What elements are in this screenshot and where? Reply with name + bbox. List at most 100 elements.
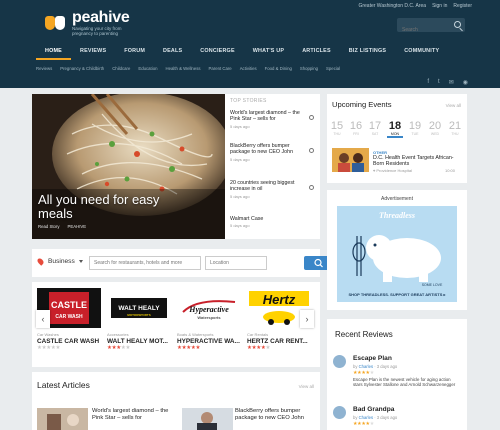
story-item[interactable]: World's largest diamond – the Pink Star … <box>230 110 308 130</box>
subnav-item[interactable]: Education <box>138 66 165 71</box>
subnav-item[interactable]: Parent Care <box>209 66 240 71</box>
business-name[interactable]: CASTLE CAR WASH <box>37 338 101 345</box>
latest-articles: Latest Articles View all World's largest… <box>32 372 320 430</box>
rating-stars: ★★★★★ <box>353 370 374 376</box>
site-search-input[interactable] <box>397 23 447 37</box>
hero-title[interactable]: All you need for easy meals <box>38 193 188 221</box>
top-links: Greater Washington D.C. Area Sign in Reg… <box>358 3 472 9</box>
business-name[interactable]: HERTZ CAR RENT... <box>247 338 311 345</box>
subnav-item[interactable]: Pregnancy & Childbirth <box>60 66 112 71</box>
rating-stars: ★★★★★ <box>353 421 374 427</box>
story-bullet-icon <box>309 115 314 120</box>
subnav-item[interactable]: Health & Wellness <box>165 66 208 71</box>
map-pin-icon <box>36 257 45 266</box>
business-category: Car Rentals <box>247 332 269 337</box>
location-input[interactable] <box>205 256 267 270</box>
register-link[interactable]: Register <box>453 3 472 9</box>
nav-home[interactable]: HOME <box>36 44 71 60</box>
calendar-day[interactable]: 15 THU <box>329 120 345 136</box>
article-thumbnail[interactable] <box>37 408 88 430</box>
chevron-down-icon[interactable] <box>79 260 83 263</box>
rss-icon[interactable]: ◉ <box>463 79 468 86</box>
brand-logo[interactable]: peahive Navigating your city from pregna… <box>44 10 140 36</box>
rating-stars: ★★★★★ <box>247 345 271 351</box>
location-selector[interactable]: Greater Washington D.C. Area <box>358 3 426 9</box>
calendar-day[interactable]: 21 THU <box>447 120 463 136</box>
avatar[interactable] <box>333 406 346 419</box>
calendar-day[interactable]: 16 FRI <box>348 120 364 136</box>
top-stories-panel: TOP STORIES World's largest diamond – th… <box>225 94 320 239</box>
story-item[interactable]: 20 countries seeing biggest increase in … <box>230 180 308 200</box>
calendar-day[interactable]: 20 WED <box>427 120 443 136</box>
business-category-select[interactable]: Business <box>48 258 75 265</box>
article-title[interactable]: World's largest diamond – the Pink Star … <box>92 408 172 422</box>
reviews-title: Recent Reviews <box>335 330 393 339</box>
advertisement: Advertisement Threadless SOME LOVE SHOP … <box>327 190 467 310</box>
nav-reviews[interactable]: REVIEWS <box>71 44 115 60</box>
carousel-prev-button[interactable]: ‹ <box>36 310 50 328</box>
nav-community[interactable]: COMMUNITY <box>395 44 448 60</box>
business-name[interactable]: WALT HEALY MOT... <box>107 338 171 345</box>
rating-stars: ★★★★★ <box>37 345 61 351</box>
story-item[interactable]: BlackBerry offers bumper package to new … <box>230 143 308 163</box>
story-bullet-icon <box>309 185 314 190</box>
upcoming-events: Upcoming Events View all 15 THU 16 FRI 17 S… <box>327 94 467 183</box>
subnav-item[interactable]: Special <box>326 66 348 71</box>
events-view-all-link[interactable]: View all <box>446 103 461 108</box>
subnav-item[interactable]: Shopping <box>300 66 326 71</box>
hero-meta: Read Story PEAHIVE <box>38 224 86 229</box>
twitter-icon[interactable]: t <box>438 79 440 86</box>
review-title[interactable]: Bad Grandpa <box>353 406 394 413</box>
nav-whats-up[interactable]: WHAT'S UP <box>244 44 293 60</box>
site-header: peahive Navigating your city from pregna… <box>0 0 500 88</box>
nav-concierge[interactable]: CONCIERGE <box>191 44 243 60</box>
story-item[interactable]: Walmart Case 5 days ago <box>230 216 308 230</box>
review-author[interactable]: Charles <box>359 415 373 420</box>
read-story-link[interactable]: Read Story <box>38 224 60 229</box>
review-author[interactable]: Charles <box>359 364 373 369</box>
business-card[interactable]: Hyperactive Watersports Boats & Waterspor… <box>177 288 241 351</box>
facebook-icon[interactable]: f <box>427 79 429 86</box>
business-card[interactable]: WALT HEALY MOTORSPORTS Accessories WALT H… <box>107 288 171 351</box>
nav-articles[interactable]: ARTICLES <box>293 44 340 60</box>
search-icon[interactable] <box>454 21 461 28</box>
subnav-item[interactable]: Reviews <box>36 66 60 71</box>
peahive-logo-icon <box>44 12 68 34</box>
business-logo: Hyperactive Watersports <box>177 288 241 328</box>
article-title[interactable]: BlackBerry offers bumper package to new … <box>235 408 315 422</box>
nav-forum[interactable]: FORUM <box>115 44 154 60</box>
business-category: Boats & Watersports <box>177 332 214 337</box>
review-title[interactable]: Escape Plan <box>353 355 392 362</box>
event-image[interactable] <box>332 148 369 172</box>
hero-source: PEAHIVE <box>67 224 87 229</box>
latest-view-all-link[interactable]: View all <box>299 384 314 389</box>
ad-banner[interactable]: Threadless SOME LOVE SHOP THREADLESS. SU… <box>337 206 457 302</box>
calendar-day[interactable]: 17 SAT <box>367 120 383 136</box>
svg-text:Hyperactive: Hyperactive <box>188 305 229 314</box>
event-title[interactable]: D.C. Health Event Targets African-Born R… <box>373 155 458 168</box>
svg-text:WALT HEALY: WALT HEALY <box>118 305 160 312</box>
business-search-input[interactable] <box>89 256 201 270</box>
event-time: 10:00 <box>445 168 456 173</box>
email-icon[interactable]: ✉ <box>449 79 454 86</box>
sign-in-link[interactable]: Sign in <box>432 3 447 9</box>
calendar-day[interactable]: 19 TUE <box>407 120 423 136</box>
subnav-item[interactable]: Childcare <box>112 66 138 71</box>
hero-feature[interactable]: All you need for easy meals Read Story P… <box>32 94 225 239</box>
review-byline: by Charles · 3 days ago <box>353 364 398 369</box>
svg-text:Watersports: Watersports <box>197 315 221 320</box>
chevron-left-icon: ‹ <box>41 314 45 324</box>
nav-biz-listings[interactable]: BIZ LISTINGS <box>340 44 395 60</box>
business-name[interactable]: HYPERACTIVE WA... <box>177 338 241 345</box>
svg-text:MOTORSPORTS: MOTORSPORTS <box>127 313 150 317</box>
carousel-next-button[interactable]: › <box>300 310 314 328</box>
svg-text:Hertz: Hertz <box>263 292 296 307</box>
recent-reviews: Recent Reviews Escape Plan by Charles · … <box>327 319 467 430</box>
svg-text:Threadless: Threadless <box>379 211 415 220</box>
subnav-item[interactable]: Food & Dining <box>265 66 300 71</box>
calendar-day-selected[interactable]: 18 MON <box>387 120 403 138</box>
article-thumbnail[interactable] <box>182 408 233 430</box>
avatar[interactable] <box>333 355 346 368</box>
subnav-item[interactable]: Activities <box>240 66 265 71</box>
nav-deals[interactable]: DEALS <box>154 44 191 60</box>
